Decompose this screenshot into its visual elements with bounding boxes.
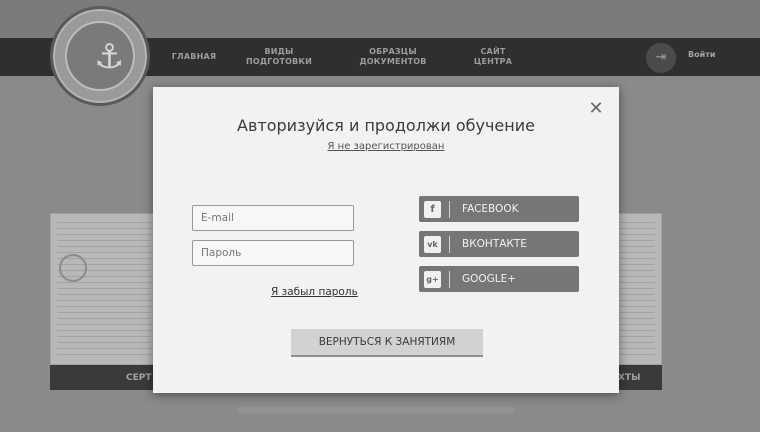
nav-label: ОБРАЗЦЫ ДОКУМЕНТОВ xyxy=(359,47,427,66)
login-door-icon[interactable]: ⇥ xyxy=(646,43,676,73)
icon-divider xyxy=(449,235,450,253)
logo-emblem: ⚓ xyxy=(65,21,135,91)
nav-label: САЙТ ЦЕНТРА xyxy=(473,47,513,66)
nav-item-documents[interactable]: ОБРАЗЦЫ ДОКУМЕНТОВ xyxy=(359,38,427,76)
google-plus-icon: g+ xyxy=(424,270,441,288)
document-text-lines xyxy=(57,222,151,356)
icon-divider xyxy=(449,270,450,288)
anchor-icon: ⚓ xyxy=(94,37,125,77)
social-button-label: GOOGLE+ xyxy=(462,273,517,285)
nav-item-home[interactable]: ГЛАВНАЯ xyxy=(170,38,218,76)
vk-login-button[interactable]: vk ВКОНТАКТЕ xyxy=(419,231,579,257)
login-modal: ✕ Авторизуйся и продолжи обучение Я не з… xyxy=(153,87,619,393)
footer-strip xyxy=(238,407,514,413)
social-button-label: ВКОНТАКТЕ xyxy=(462,238,527,250)
document-stamp xyxy=(59,254,87,282)
document-caption-left[interactable]: СЕРТ xyxy=(50,365,158,390)
modal-title: Авторизуйся и продолжи обучение xyxy=(237,116,535,135)
facebook-icon: f xyxy=(424,200,441,218)
vk-icon: vk xyxy=(424,235,441,253)
password-field[interactable] xyxy=(192,240,354,266)
facebook-login-button[interactable]: f FACEBOOK xyxy=(419,196,579,222)
icon-divider xyxy=(449,200,450,218)
nav-label: ГЛАВНАЯ xyxy=(171,52,217,61)
caption-text: СЕРТ xyxy=(126,372,152,383)
document-sample-left[interactable] xyxy=(50,213,158,365)
register-link[interactable]: Я не зарегистрирован xyxy=(153,141,619,152)
google-plus-login-button[interactable]: g+ GOOGLE+ xyxy=(419,266,579,292)
nav-label: ВИДЫ ПОДГОТОВКИ xyxy=(245,47,313,66)
login-link[interactable]: Войти xyxy=(688,50,715,59)
forgot-password-link[interactable]: Я забыл пароль xyxy=(271,286,358,298)
social-button-label: FACEBOOK xyxy=(462,203,519,215)
email-field[interactable] xyxy=(192,205,354,231)
site-logo[interactable]: ⚓ xyxy=(50,6,150,106)
nav-item-center-site[interactable]: САЙТ ЦЕНТРА xyxy=(462,38,524,76)
caption-text: ХТЫ xyxy=(618,372,641,383)
back-to-lessons-button[interactable]: ВЕРНУТЬСЯ К ЗАНЯТИЯМ xyxy=(291,329,483,357)
nav-item-training[interactable]: ВИДЫ ПОДГОТОВКИ xyxy=(234,38,324,76)
